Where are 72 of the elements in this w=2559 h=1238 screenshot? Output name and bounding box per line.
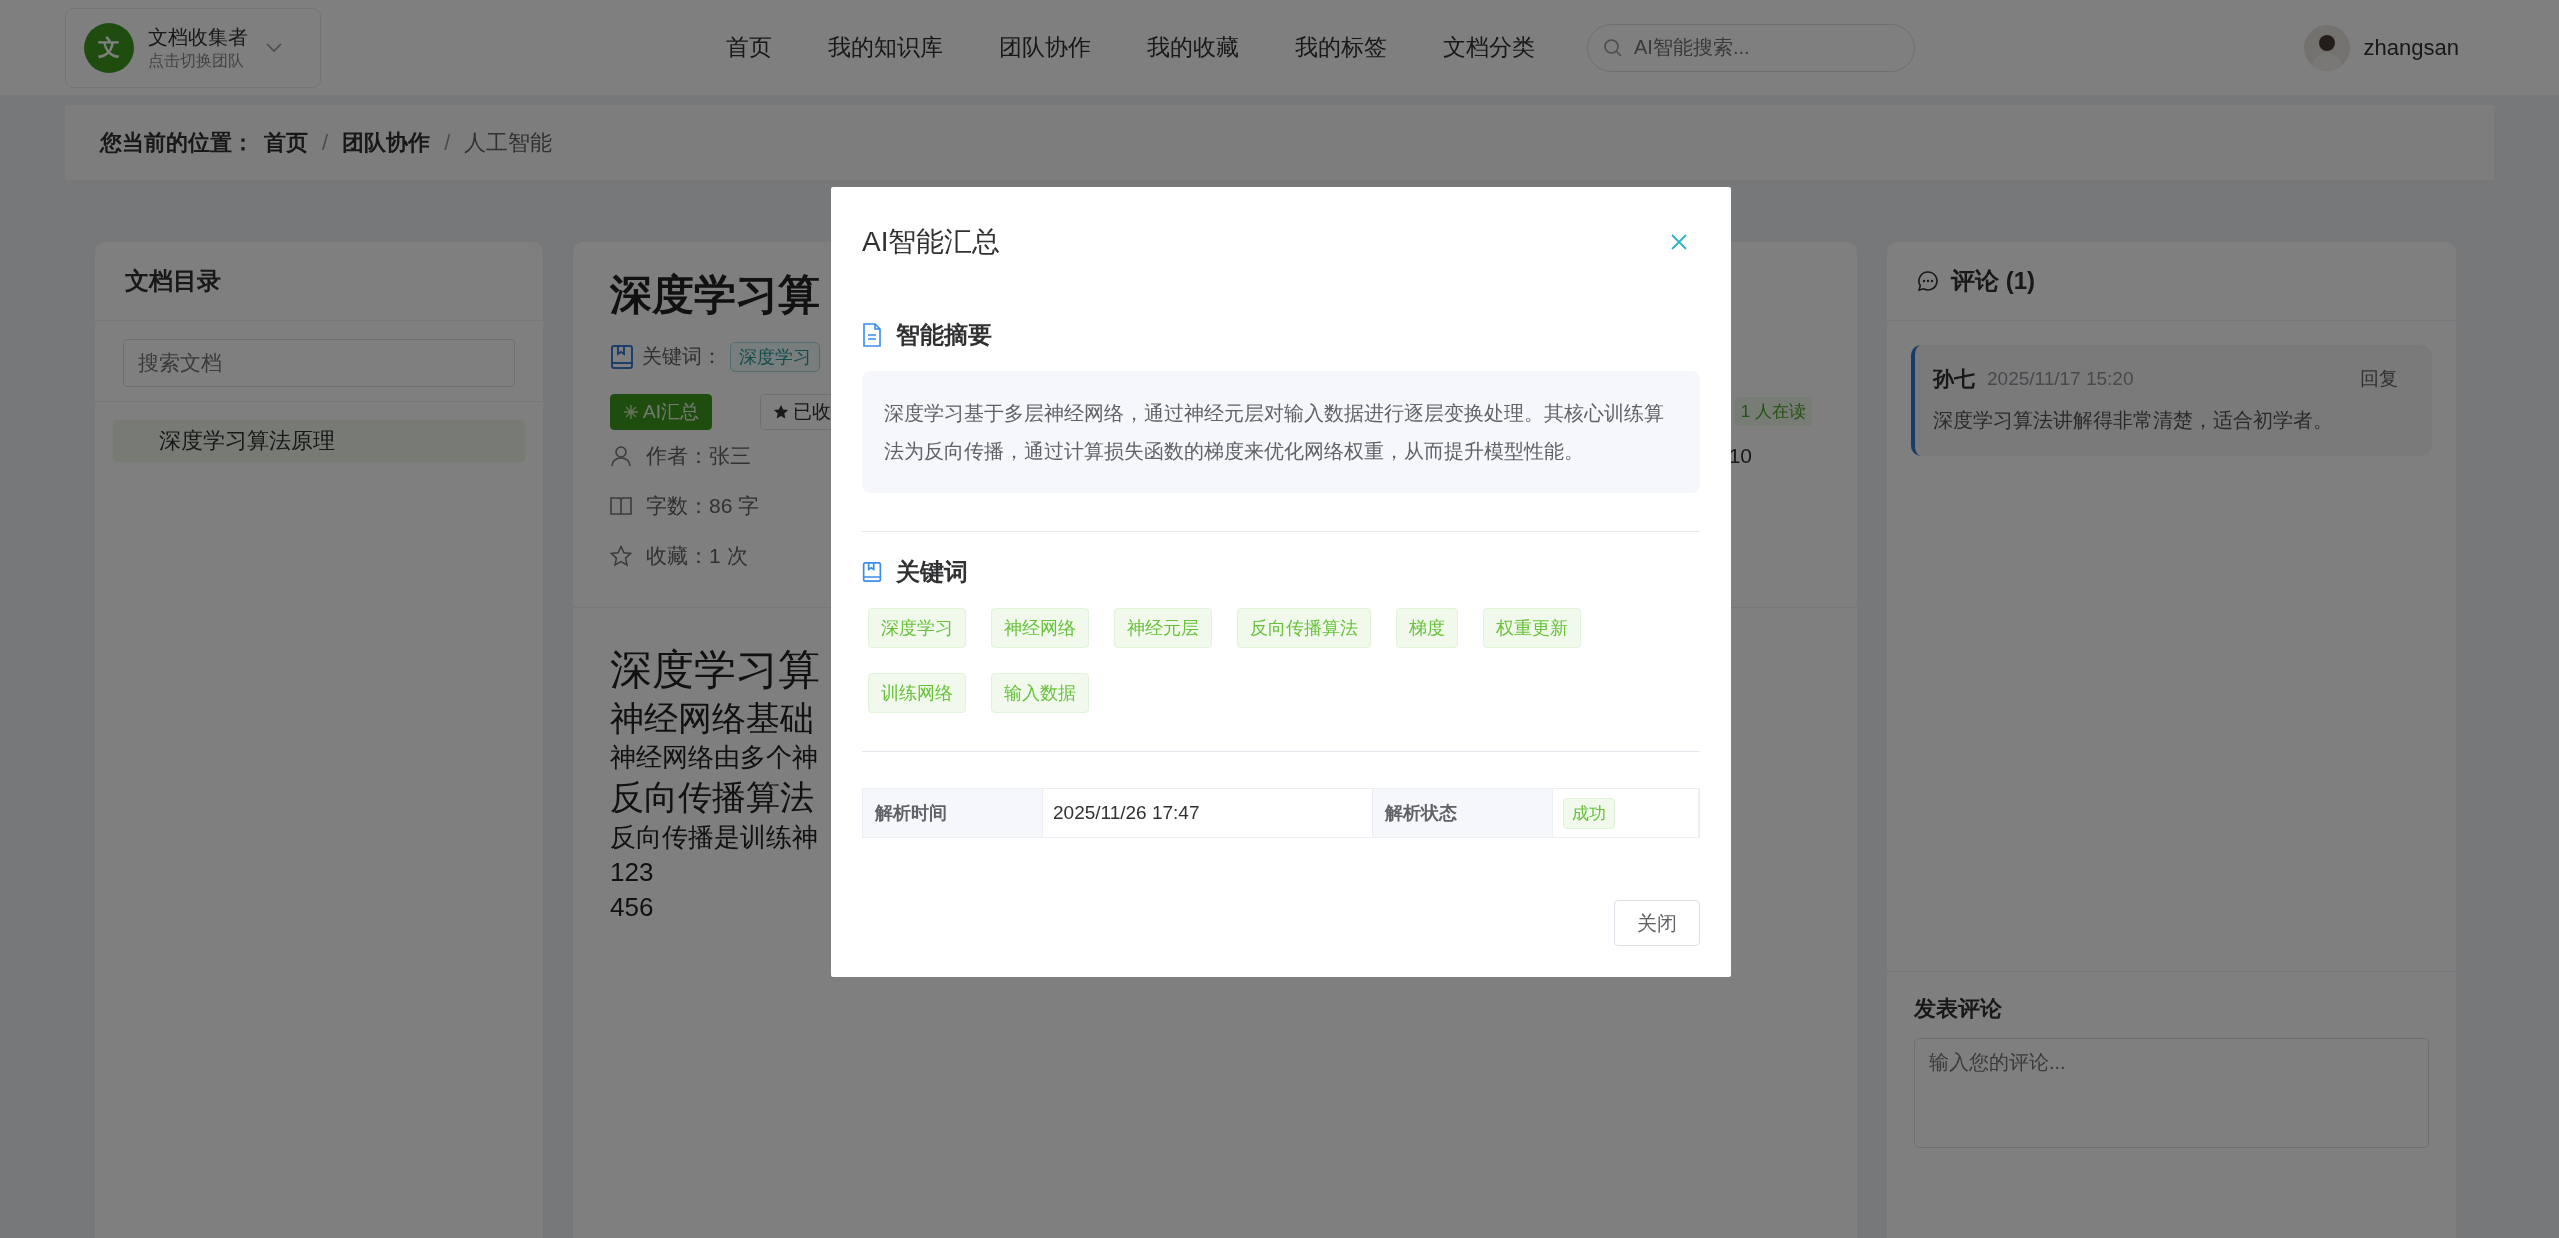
sparkle-icon	[623, 403, 639, 420]
star-icon	[610, 544, 632, 567]
team-hint: 点击切换团队	[148, 50, 245, 71]
book-open-icon	[610, 495, 632, 516]
paragraph: 反向传播是训练神	[610, 820, 818, 854]
nav-link[interactable]: 文档分类	[1443, 32, 1535, 63]
dialog-title: AI智能汇总	[862, 225, 1001, 259]
summary-text: 深度学习基于多层神经网络，通过神经元层对输入数据进行逐层变换处理。其核心训练算法为反向传播，通过计算损失函数的梯度来优化网络权重，从而提升模型性能。	[862, 371, 1700, 493]
nav-link[interactable]: 我的收藏	[1147, 32, 1239, 63]
nav-link[interactable]: 团队协作	[999, 32, 1091, 63]
paragraph: 123	[610, 855, 654, 889]
user-icon	[610, 444, 632, 467]
meta-text: 收藏：1 次	[646, 542, 748, 569]
heading: 反向传播算法	[610, 777, 814, 819]
breadcrumb-label: 您当前的位置：	[100, 128, 254, 157]
paragraph: 456	[610, 890, 654, 924]
close-icon[interactable]	[1670, 233, 1688, 251]
keywords-label: 关键词：	[642, 344, 722, 370]
table-label: 解析时间	[863, 789, 1043, 837]
panel-title: 文档目录	[125, 266, 221, 296]
comment-field[interactable]: 输入您的评论...	[1914, 1038, 2429, 1148]
search-field[interactable]: AI智能搜索...	[1587, 23, 1915, 72]
star-icon	[772, 403, 789, 420]
tree-item[interactable]: 深度学习算法原理	[113, 420, 525, 462]
heading: 神经网络基础	[610, 698, 814, 740]
keyword-tag: 梯度	[1396, 608, 1458, 648]
section-title: 智能摘要	[896, 320, 992, 350]
keyword-tag: 神经元层	[1114, 608, 1212, 648]
search-field[interactable]: 搜索文档	[123, 339, 515, 387]
team-avatar: 文	[84, 22, 134, 73]
keyword-tag: 神经网络	[991, 608, 1089, 648]
comment-text: 深度学习算法讲解得非常清楚，适合初学者。	[1933, 408, 2334, 433]
meta-text: 字数：86 字	[646, 492, 760, 519]
reply-link[interactable]: 回复	[2360, 366, 2398, 392]
close-button[interactable]: 关闭	[1614, 900, 1700, 946]
user-name[interactable]: zhangsan	[2363, 34, 2459, 61]
heading: 深度学习算	[610, 644, 820, 695]
keyword-tag: 反向传播算法	[1237, 608, 1371, 648]
keyword-tag: 权重更新	[1483, 608, 1581, 648]
status-tag: 成功	[1563, 797, 1615, 829]
nav-link[interactable]: 首页	[726, 32, 772, 63]
team-name: 文档收集者	[148, 24, 248, 50]
team-switcher[interactable]: 文 文档收集者 点击切换团队	[65, 7, 321, 88]
ai-summary-button[interactable]: AI汇总	[610, 393, 712, 430]
keyword-tag: 深度学习	[868, 608, 966, 648]
meta-value: 10	[1728, 443, 1752, 468]
nav-link[interactable]: 我的标签	[1295, 32, 1387, 63]
breadcrumb-separator: /	[444, 129, 451, 156]
table-value: 2025/11/26 17:47	[1053, 802, 1200, 824]
breadcrumb-separator: /	[322, 129, 329, 156]
comment-author: 孙七	[1933, 366, 1975, 392]
book-icon	[610, 343, 634, 370]
section-title: 关键词	[896, 557, 968, 587]
document-title: 深度学习算	[610, 270, 820, 320]
breadcrumb-link[interactable]: 首页	[264, 127, 308, 158]
keyword-tag: 深度学习	[730, 341, 820, 372]
breadcrumb-link[interactable]: 团队协作	[342, 127, 431, 158]
book-icon	[862, 560, 882, 584]
reading-count-tag: 1 人在读	[1734, 397, 1812, 427]
paragraph: 神经网络由多个神	[610, 741, 818, 775]
breadcrumb-current: 人工智能	[464, 128, 553, 157]
keyword-tag: 训练网络	[868, 673, 966, 713]
meta-text: 作者：张三	[646, 442, 751, 469]
compose-title: 发表评论	[1914, 995, 2003, 1023]
panel-title: 评论 (1)	[1951, 266, 2035, 296]
chevron-down-icon	[266, 42, 282, 53]
nav-link[interactable]: 我的知识库	[828, 32, 943, 63]
user-avatar[interactable]	[2303, 24, 2350, 71]
chat-bubble-icon	[1917, 270, 1939, 292]
document-icon	[862, 323, 882, 347]
keyword-tag: 输入数据	[991, 673, 1089, 713]
table-label: 解析状态	[1373, 789, 1553, 837]
